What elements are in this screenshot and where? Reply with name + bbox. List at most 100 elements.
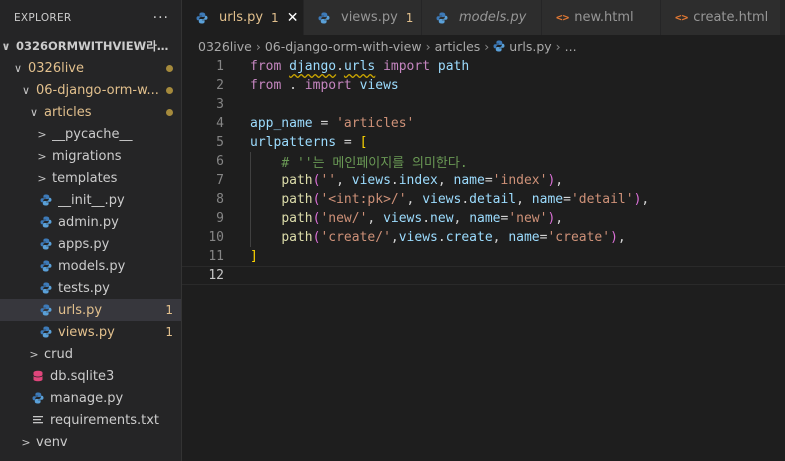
code-token: django bbox=[289, 59, 337, 74]
breadcrumb-item[interactable]: articles bbox=[435, 39, 481, 54]
explorer-title: EXPLORER bbox=[14, 11, 72, 24]
code-token: new bbox=[430, 211, 454, 226]
code-token: 'create' bbox=[547, 230, 611, 245]
code-token: from bbox=[250, 59, 290, 74]
tree-folder[interactable]: ∨ articles bbox=[0, 101, 181, 123]
chevron-right-icon: › bbox=[484, 38, 490, 54]
breadcrumb-item[interactable]: 06-django-orm-with-view bbox=[265, 39, 422, 54]
tree-file[interactable]: apps.py bbox=[0, 233, 181, 255]
code-text: app_name = 'articles' bbox=[250, 116, 414, 131]
tree-folder[interactable]: > __pycache__ bbox=[0, 123, 181, 145]
tree-item-label: __init__.py bbox=[58, 192, 125, 208]
line-number: 6 bbox=[216, 154, 224, 169]
code-line[interactable]: 12 bbox=[182, 266, 785, 285]
python-icon bbox=[40, 194, 52, 206]
tree-file[interactable]: admin.py bbox=[0, 211, 181, 233]
code-line[interactable]: 7 path('', views.index, name='index'), bbox=[182, 171, 785, 190]
code-token: path bbox=[281, 173, 313, 188]
line-number: 4 bbox=[216, 116, 224, 131]
code-text: # ''는 메인페이지를 의미한다. bbox=[250, 152, 467, 171]
code-token: 'new/' bbox=[320, 211, 368, 226]
code-token: . bbox=[461, 192, 470, 207]
more-actions-icon[interactable]: ··· bbox=[153, 10, 169, 26]
code-token: , bbox=[367, 211, 384, 226]
code-line[interactable]: 9 path('new/', views.new, name='new'), bbox=[182, 209, 785, 228]
modified-dot bbox=[166, 86, 173, 94]
python-icon bbox=[196, 12, 208, 23]
tree-item-label: tests.py bbox=[58, 280, 110, 296]
tree-file[interactable]: __init__.py bbox=[0, 189, 181, 211]
code-token: , bbox=[492, 230, 509, 245]
code-token: . bbox=[390, 173, 399, 188]
code-token: path bbox=[281, 230, 313, 245]
tree-folder[interactable]: > templates bbox=[0, 167, 181, 189]
chevron-right-icon: › bbox=[425, 38, 431, 54]
tree-file[interactable]: requirements.txt bbox=[0, 409, 181, 431]
indent-guide bbox=[250, 152, 251, 171]
tree-file[interactable]: urls.py 1 bbox=[0, 299, 181, 321]
code-line[interactable]: 10 path('create/',views.create, name='cr… bbox=[182, 228, 785, 247]
breadcrumb-item[interactable]: ... bbox=[565, 39, 577, 54]
code-token: urls bbox=[343, 59, 376, 74]
breadcrumb-item[interactable]: urls.py bbox=[509, 39, 551, 54]
code-line[interactable]: 11] bbox=[182, 247, 785, 266]
code-line[interactable]: 1 from django.urls import path bbox=[182, 57, 785, 76]
code-text: urlpatterns = [ bbox=[250, 135, 367, 150]
code-line[interactable]: 8 path('<int:pk>/', views.detail, name='… bbox=[182, 190, 785, 209]
tree-file[interactable]: models.py bbox=[0, 255, 181, 277]
tab-create-html[interactable]: <> create.html bbox=[661, 0, 781, 35]
tree-folder[interactable]: ∨ 0326ORMWITHVIEW라이브연습 bbox=[0, 35, 181, 57]
tree-file[interactable]: tests.py bbox=[0, 277, 181, 299]
close-icon[interactable]: ✕ bbox=[287, 10, 299, 26]
tree-item-label: admin.py bbox=[58, 214, 119, 230]
code-token: index bbox=[398, 173, 438, 188]
code-token: detail bbox=[469, 192, 517, 207]
tree-folder[interactable]: ∨ 0326live bbox=[0, 57, 181, 79]
line-number: 1 bbox=[216, 59, 224, 74]
tab-views-py[interactable]: views.py 1 bbox=[304, 0, 422, 35]
explorer-header: EXPLORER ··· bbox=[0, 0, 181, 35]
tree-folder[interactable]: > venv bbox=[0, 431, 181, 453]
code-line[interactable]: 5 urlpatterns = [ bbox=[182, 133, 785, 152]
tree-item-label: 0326live bbox=[28, 60, 84, 76]
file-tree: ∨ 0326ORMWITHVIEW라이브연습 ∨ 0326live ∨ 06-django… bbox=[0, 35, 181, 453]
tab-label: new.html bbox=[574, 10, 634, 25]
code-line[interactable]: 4 app_name = 'articles' bbox=[182, 114, 785, 133]
line-number: 5 bbox=[216, 135, 224, 150]
code-token: app_name bbox=[250, 116, 313, 131]
code-editor[interactable]: 1 from django.urls import path 2 from . imp… bbox=[182, 57, 785, 461]
tree-file[interactable]: views.py 1 bbox=[0, 321, 181, 343]
code-token: views bbox=[422, 192, 462, 207]
chevron-right-icon: > bbox=[37, 127, 47, 141]
tab-urls-py[interactable]: urls.py 1 ✕ bbox=[182, 0, 304, 35]
tree-item-label: 06-django-orm-w... bbox=[36, 82, 159, 98]
tree-file[interactable]: manage.py bbox=[0, 387, 181, 409]
tree-folder[interactable]: > crud bbox=[0, 343, 181, 365]
tree-item-label: models.py bbox=[58, 258, 126, 274]
line-number: 2 bbox=[216, 78, 224, 93]
code-token: name bbox=[508, 230, 540, 245]
tab-models-py[interactable]: models.py bbox=[422, 0, 542, 35]
line-number: 8 bbox=[216, 192, 224, 207]
tree-item-label: crud bbox=[44, 346, 73, 362]
code-token: views bbox=[398, 230, 438, 245]
code-token: views bbox=[383, 211, 423, 226]
code-line[interactable]: 3 bbox=[182, 95, 785, 114]
code-token: = bbox=[484, 173, 493, 188]
breadcrumb-item[interactable]: 0326live bbox=[198, 39, 252, 54]
tab-new-html[interactable]: <> new.html bbox=[542, 0, 661, 35]
code-line[interactable]: 6 # ''는 메인페이지를 의미한다. bbox=[182, 152, 785, 171]
line-number: 9 bbox=[216, 211, 224, 226]
tree-file[interactable]: db.sqlite3 bbox=[0, 365, 181, 387]
python-icon bbox=[40, 238, 52, 250]
tree-folder[interactable]: ∨ 06-django-orm-w... bbox=[0, 79, 181, 101]
html-icon: <> bbox=[675, 11, 689, 24]
tree-folder[interactable]: > migrations bbox=[0, 145, 181, 167]
code-line[interactable]: 2 from . import views bbox=[182, 76, 785, 95]
line-number: 11 bbox=[208, 249, 224, 264]
code-text: path('create/',views.create, name='creat… bbox=[250, 230, 625, 245]
code-token: '' bbox=[320, 173, 337, 188]
